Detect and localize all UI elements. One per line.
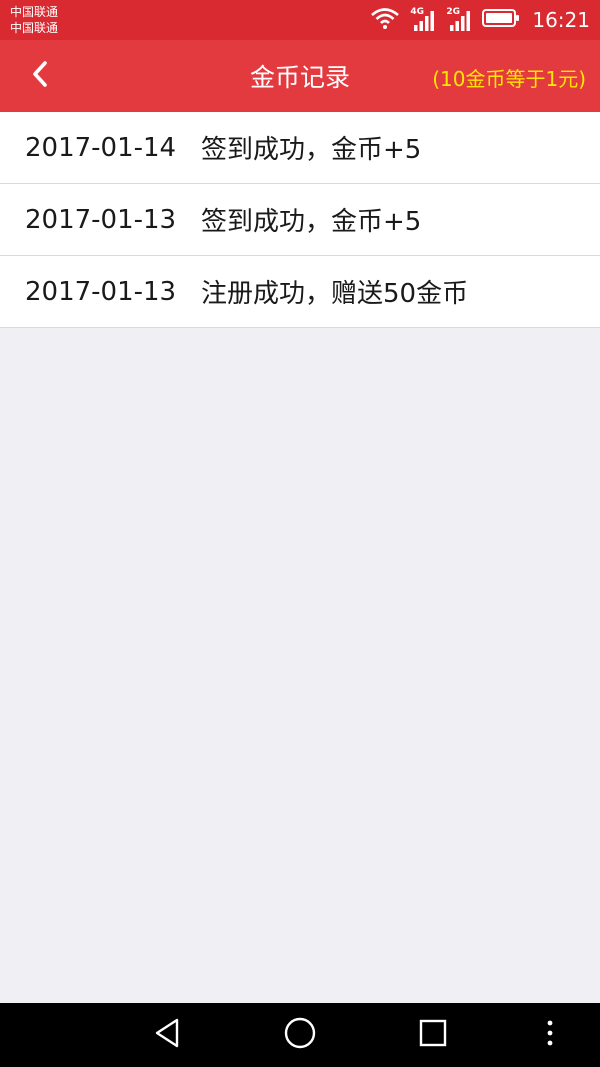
system-more-button[interactable] (530, 1015, 570, 1055)
record-date: 2017-01-14 (25, 132, 177, 163)
coin-record-list: 2017-01-14 签到成功，金币+5 2017-01-13 签到成功，金币+… (0, 112, 600, 328)
exchange-rate-note: (10金币等于1元) (432, 67, 586, 91)
record-description: 签到成功，金币+5 (201, 207, 422, 237)
home-circle-icon (283, 1016, 317, 1054)
record-row: 2017-01-13 签到成功，金币+5 (0, 184, 600, 256)
signal-icon: 4G (410, 7, 436, 31)
record-row: 2017-01-13 注册成功，赠送50金币 (0, 256, 600, 328)
screen: 中国联通 中国联通 4G 2G 16:21 金币记录 (10金币等于1元) 20… (0, 0, 600, 1067)
system-home-button[interactable] (280, 1015, 320, 1055)
wifi-icon (370, 6, 400, 34)
record-description: 签到成功，金币+5 (201, 135, 422, 165)
record-date: 2017-01-13 (25, 276, 177, 307)
battery-icon (482, 8, 520, 32)
more-dots-icon (545, 1019, 555, 1051)
carrier-1: 中国联通 (10, 5, 59, 19)
status-time: 16:21 (532, 8, 590, 32)
carrier-info: 中国联通 中国联通 (10, 4, 58, 36)
record-description: 注册成功，赠送50金币 (201, 279, 469, 309)
system-back-button[interactable] (147, 1015, 187, 1055)
status-bar: 中国联通 中国联通 4G 2G 16:21 (0, 0, 600, 40)
carrier-2: 中国联通 (10, 21, 59, 35)
signal-icon: 2G (446, 7, 472, 31)
status-icons: 4G 2G 16:21 (370, 6, 590, 34)
record-date: 2017-01-13 (25, 204, 177, 235)
header-bar: 金币记录 (10金币等于1元) (0, 40, 600, 112)
system-navigation-bar (0, 1003, 600, 1067)
recents-square-icon (418, 1018, 448, 1052)
system-recents-button[interactable] (413, 1015, 453, 1055)
back-triangle-icon (152, 1017, 182, 1053)
record-row: 2017-01-14 签到成功，金币+5 (0, 112, 600, 184)
